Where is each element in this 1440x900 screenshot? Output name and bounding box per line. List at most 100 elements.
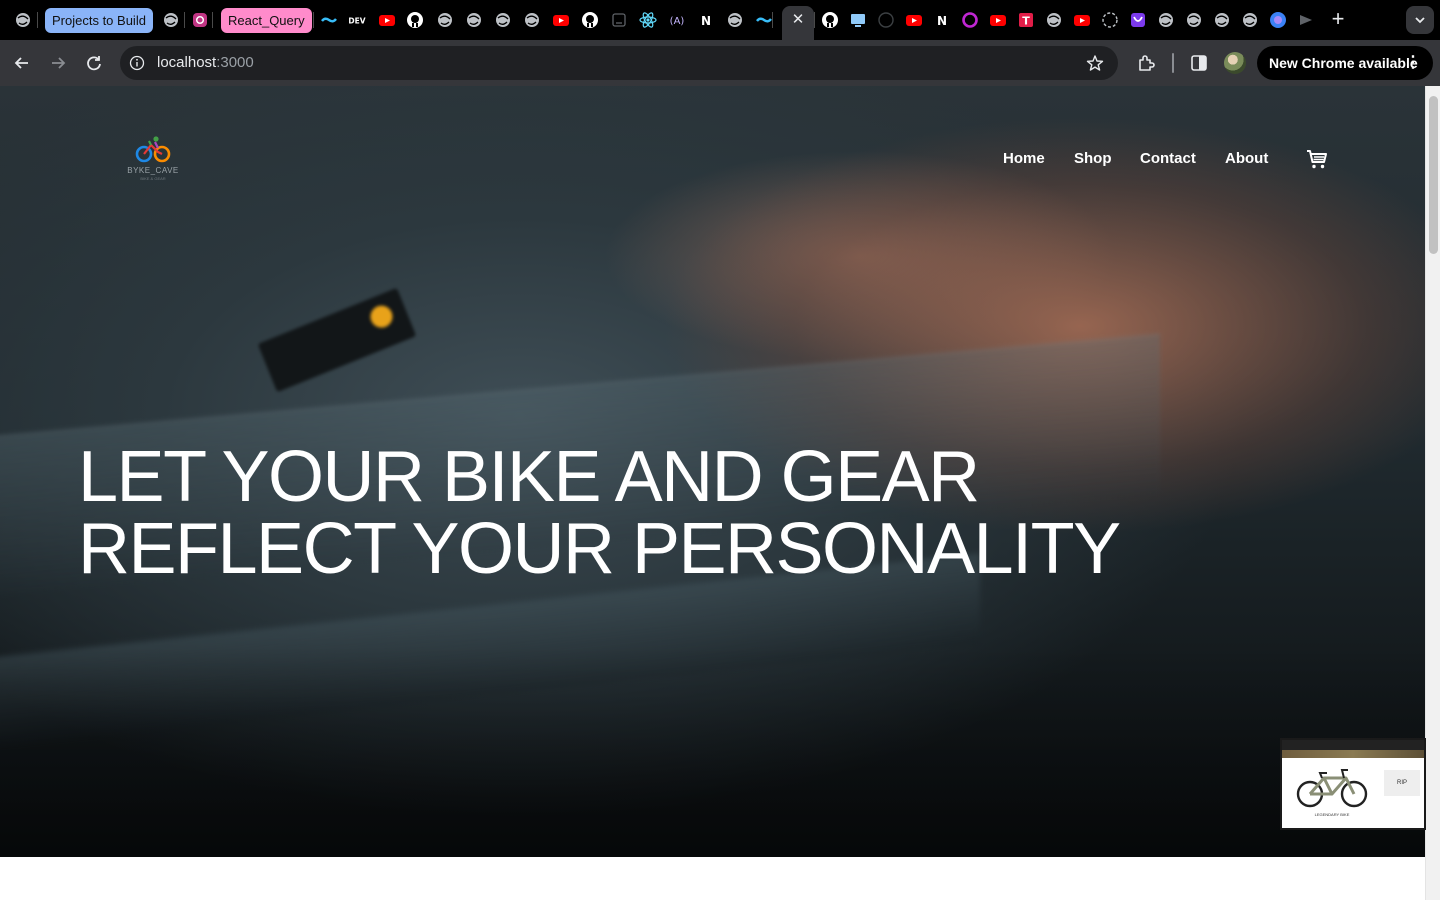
side-panel-icon[interactable] [1189, 53, 1209, 73]
forward-button[interactable] [47, 52, 69, 74]
chevron-down-icon [1415, 17, 1425, 24]
browser-tab[interactable] [436, 11, 454, 29]
browser-tab[interactable]: T [1017, 11, 1035, 29]
browser-tab[interactable] [726, 11, 744, 29]
browser-tab[interactable] [406, 11, 424, 29]
arrow-favicon-icon [1300, 15, 1312, 25]
arrow-right-icon [52, 57, 66, 69]
new-tab-button[interactable]: + [1328, 8, 1348, 30]
browser-tab[interactable] [1269, 11, 1287, 29]
scrollbar-thumb[interactable] [1429, 96, 1438, 254]
svg-text:N: N [701, 14, 711, 28]
nav-contact[interactable]: Contact [1140, 149, 1196, 169]
logo-tagline: BIKE & GEAR [140, 176, 166, 181]
globe-favicon-icon [467, 13, 481, 27]
tab-separator [313, 12, 314, 28]
pip-caption: LEGENDARY BIKE [1314, 812, 1350, 817]
browser-tab[interactable] [14, 11, 32, 29]
page-scrollbar[interactable] [1425, 86, 1440, 900]
menu-dots-icon[interactable]: ⋮ [1405, 46, 1421, 80]
monitor-favicon-icon [851, 14, 865, 27]
browser-tab[interactable] [849, 11, 867, 29]
globe-favicon-icon [1047, 13, 1061, 27]
browser-tab[interactable] [378, 11, 396, 29]
tab-search-button[interactable] [1406, 6, 1434, 34]
browser-tab[interactable] [1101, 11, 1119, 29]
browser-tab[interactable] [1241, 11, 1259, 29]
reload-icon [87, 56, 101, 71]
nav-shop[interactable]: Shop [1074, 149, 1112, 169]
url-text[interactable]: localhost:3000 [157, 46, 254, 80]
browser-tab[interactable] [821, 11, 839, 29]
browser-tab[interactable] [1185, 11, 1203, 29]
browser-tab[interactable] [610, 11, 628, 29]
browser-tab[interactable] [552, 11, 570, 29]
globe-favicon-icon [1215, 13, 1229, 27]
picture-in-picture-window[interactable]: RIP LEGENDARY BIKE [1280, 738, 1426, 830]
address-bar[interactable]: localhost:3000 [120, 46, 1118, 80]
reload-button[interactable] [83, 52, 105, 74]
page-viewport: BYKE_CAVE BIKE & GEAR Home Shop Contact … [0, 86, 1425, 900]
globe-favicon-icon [438, 13, 452, 27]
nav-about[interactable]: About [1225, 149, 1268, 169]
hero-shade [0, 646, 1425, 857]
browser-tab[interactable] [989, 11, 1007, 29]
bicycle-icon [1296, 769, 1368, 808]
nav-home[interactable]: Home [1003, 149, 1045, 169]
browser-tab[interactable] [1129, 11, 1147, 29]
bookmark-star-icon[interactable] [1086, 54, 1104, 72]
browser-tab[interactable] [961, 11, 979, 29]
browser-tab[interactable]: N [933, 11, 951, 29]
browser-tab[interactable] [1213, 11, 1231, 29]
insta-favicon-icon [193, 13, 207, 27]
tab-separator [212, 12, 213, 28]
toolbar-divider [1172, 53, 1174, 73]
t-favicon-icon: T [1019, 13, 1033, 28]
browser-tab[interactable]: N [697, 11, 715, 29]
tab-group-react-query[interactable]: React_Query [221, 8, 312, 33]
site-info-icon[interactable] [129, 55, 145, 71]
shopping-cart-icon[interactable] [1305, 147, 1329, 171]
yt-favicon-icon [906, 15, 922, 26]
back-button[interactable] [11, 52, 33, 74]
hero-section: BYKE_CAVE BIKE & GEAR Home Shop Contact … [0, 86, 1425, 857]
browser-tab[interactable] [1297, 11, 1315, 29]
new-chrome-available-button[interactable]: New Chrome available ⋮ [1257, 46, 1433, 80]
browser-tab[interactable] [581, 11, 599, 29]
dash-favicon-icon [1102, 12, 1118, 28]
yt-favicon-icon [379, 15, 395, 26]
dev-favicon-icon: DEV [348, 15, 366, 26]
browser-tab[interactable] [639, 11, 657, 29]
n-favicon-icon: N [701, 14, 711, 28]
browser-tab[interactable] [523, 11, 541, 29]
browser-tab[interactable] [320, 11, 338, 29]
gh-favicon-icon [407, 12, 423, 28]
active-tab[interactable]: ✕ [782, 6, 814, 40]
gh-favicon-icon [822, 12, 838, 28]
browser-tab[interactable]: DEV [348, 11, 366, 29]
svg-text:T: T [1022, 15, 1030, 28]
react-favicon-icon [639, 12, 657, 28]
browser-tab[interactable] [905, 11, 923, 29]
browser-tab[interactable] [494, 11, 512, 29]
svg-text:(A): (A) [670, 16, 685, 27]
browser-tab[interactable] [755, 11, 773, 29]
close-tab-icon[interactable]: ✕ [790, 12, 806, 28]
extensions-icon[interactable] [1136, 53, 1156, 73]
browser-tab[interactable] [191, 11, 209, 29]
globe-favicon-icon [496, 13, 510, 27]
browser-tab[interactable] [1073, 11, 1091, 29]
browser-tab[interactable] [465, 11, 483, 29]
tab-group-projects[interactable]: Projects to Build [45, 8, 153, 33]
browser-tab[interactable] [162, 11, 180, 29]
browser-tab[interactable] [877, 11, 895, 29]
globe-favicon-icon [1187, 13, 1201, 27]
svg-text:DEV: DEV [348, 17, 365, 26]
browser-tab[interactable] [1045, 11, 1063, 29]
browser-tab[interactable] [1157, 11, 1175, 29]
tab-separator [37, 12, 38, 28]
profile-avatar[interactable] [1224, 52, 1246, 74]
browser-tab[interactable]: (A) [668, 11, 686, 29]
hero-headline-line-1: LET YOUR BIKE AND GEAR [78, 437, 980, 517]
globe-favicon-icon [164, 13, 178, 27]
